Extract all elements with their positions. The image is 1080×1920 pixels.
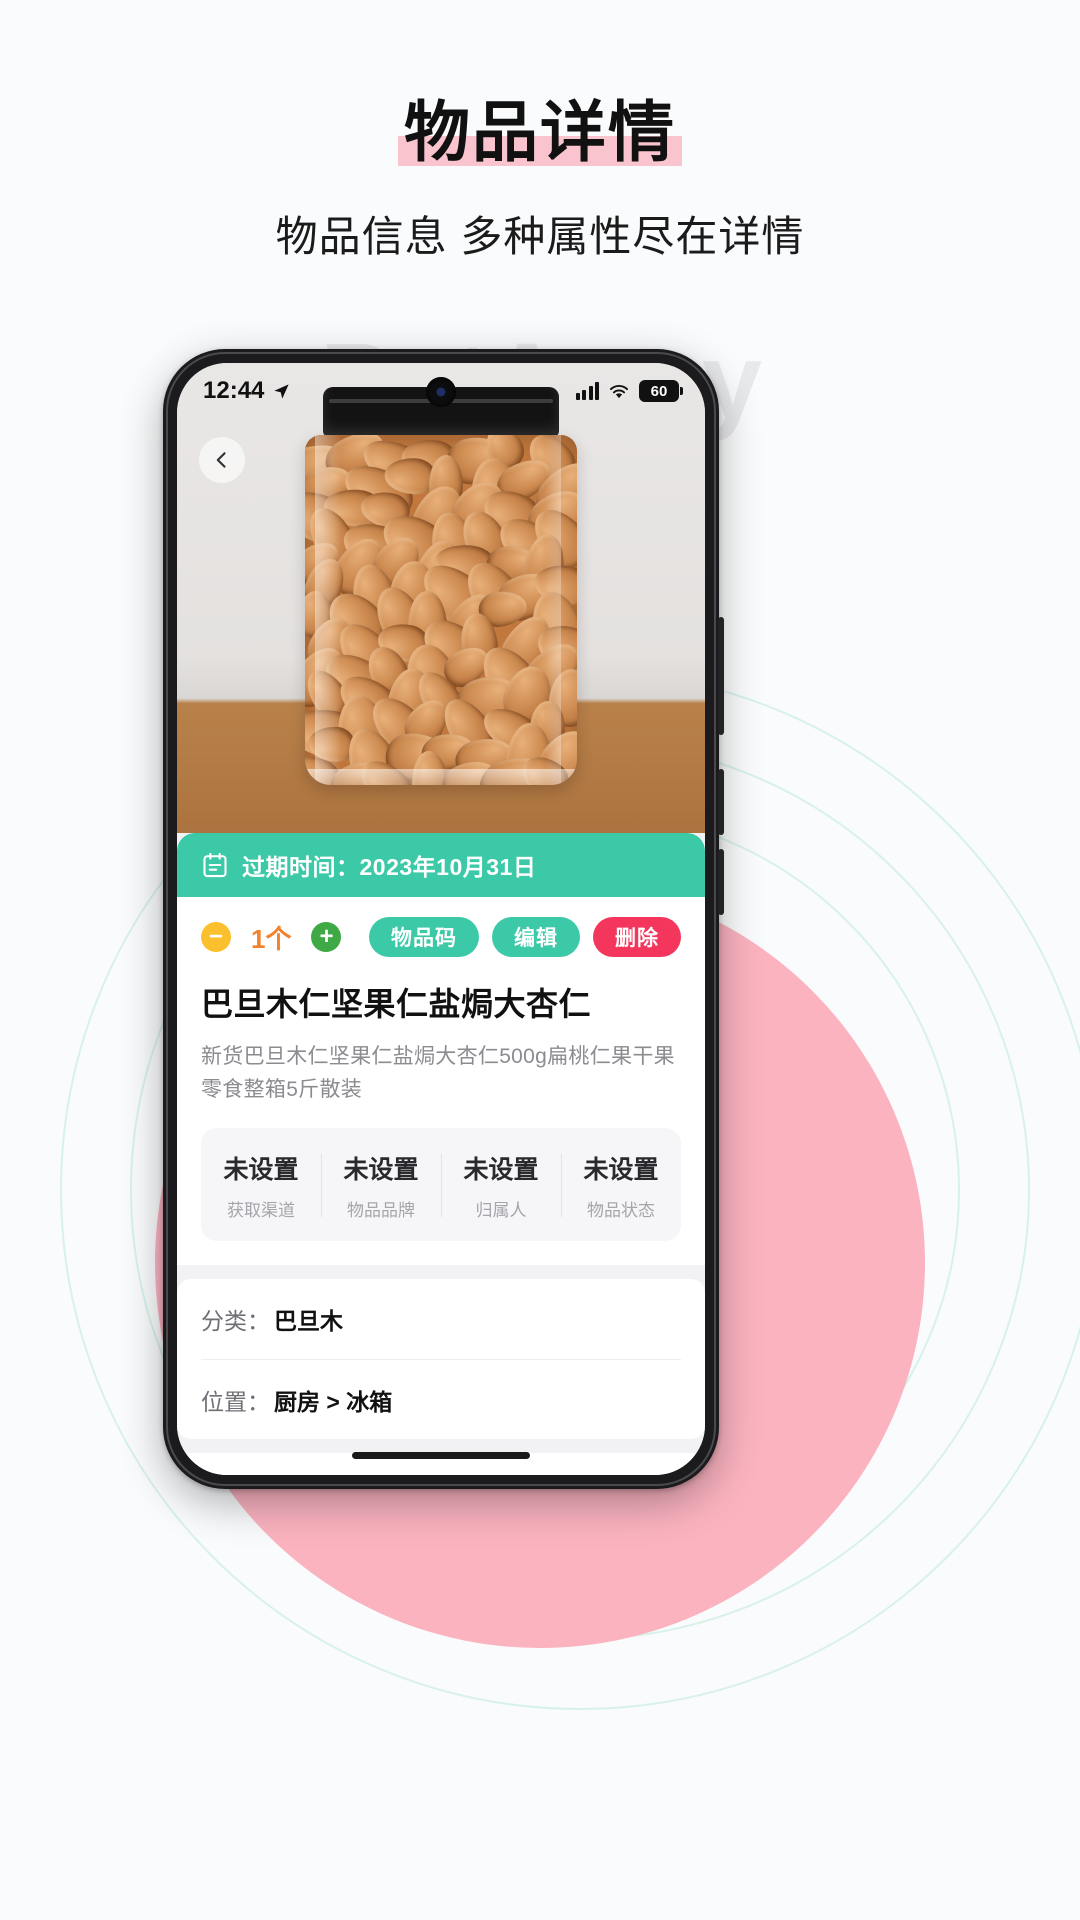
attribute-label: 物品品牌 [347, 1201, 415, 1221]
battery-indicator: 60 [639, 380, 683, 402]
attribute-cell[interactable]: 未设置 归属人 [441, 1150, 561, 1221]
almond-jar [291, 387, 591, 807]
quantity-and-actions-row: − 1个 + 物品码 编辑 删除 [201, 897, 681, 963]
item-summary-card: − 1个 + 物品码 编辑 删除 巴旦木仁坚果仁盐焗大杏仁 新货巴旦木仁坚果仁盐… [177, 897, 705, 1266]
attribute-label: 获取渠道 [227, 1201, 295, 1221]
attribute-label: 归属人 [475, 1201, 527, 1221]
jar-highlight-right [545, 435, 561, 785]
attribute-value: 未设置 [223, 1156, 299, 1185]
power-button[interactable] [718, 617, 724, 735]
edit-button[interactable]: 编辑 [492, 917, 580, 957]
volume-up-button[interactable] [718, 769, 724, 835]
home-indicator[interactable] [352, 1452, 530, 1459]
increase-quantity-button[interactable]: + [311, 922, 342, 952]
almonds [305, 435, 577, 785]
location-row[interactable]: 位置： 厨房 > 冰箱 [201, 1359, 681, 1439]
page-subtitle: 物品信息 多种属性尽在详情 [275, 213, 805, 260]
item-description: 新货巴旦木仁坚果仁盐焗大杏仁500g扁桃仁果干果零食整箱5斤散装 [201, 1045, 675, 1101]
clock: 12:44 [203, 377, 265, 404]
quantity-value: 1个 [251, 923, 292, 954]
attribute-value: 未设置 [583, 1156, 659, 1185]
attribute-cell[interactable]: 未设置 获取渠道 [201, 1150, 321, 1221]
chevron-left-icon [216, 452, 226, 468]
jar-body [305, 435, 577, 785]
attribute-label: 物品状态 [587, 1201, 655, 1221]
item-code-button[interactable]: 物品码 [369, 917, 479, 957]
phone-mockup: 12:44 60 过期时间：2023年10月31日 − 1个 + 物品码 编辑 … [163, 349, 724, 1489]
expiry-banner[interactable]: 过期时间：2023年10月31日 [177, 833, 705, 897]
status-left: 12:44 [203, 377, 291, 405]
phone-screen: 12:44 60 过期时间：2023年10月31日 − 1个 + 物品码 编辑 … [177, 363, 705, 1475]
category-label: 分类： [201, 1308, 270, 1335]
detail-content: 过期时间：2023年10月31日 − 1个 + 物品码 编辑 删除 巴旦木仁坚果… [177, 833, 705, 1475]
jar-rim [305, 769, 577, 785]
item-title: 巴旦木仁坚果仁盐焗大杏仁 [201, 986, 592, 1022]
decrease-quantity-button[interactable]: − [201, 922, 231, 952]
status-right: 60 [575, 380, 683, 402]
location-label: 位置： [201, 1388, 270, 1415]
jar-highlight-left [315, 435, 341, 785]
attribute-cell[interactable]: 未设置 物品状态 [561, 1150, 681, 1221]
attribute-cell[interactable]: 未设置 物品品牌 [321, 1150, 441, 1221]
wifi-icon [609, 384, 629, 398]
location-value: 厨房 > 冰箱 [274, 1388, 393, 1415]
calendar-icon [203, 852, 227, 878]
info-card: 分类： 巴旦木 位置： 厨房 > 冰箱 [177, 1279, 705, 1440]
page-title-text: 物品详情 [404, 95, 676, 169]
attribute-grid: 未设置 获取渠道 未设置 物品品牌 未设置 归属人 未设置 物品状态 [201, 1128, 681, 1242]
back-button[interactable] [199, 437, 245, 483]
category-row[interactable]: 分类： 巴旦木 [201, 1279, 681, 1359]
category-value: 巴旦木 [274, 1308, 343, 1335]
page-title: 物品详情 [0, 95, 1080, 169]
location-arrow-icon [274, 383, 290, 399]
delete-button[interactable]: 删除 [593, 917, 681, 957]
front-camera [426, 377, 456, 407]
expiry-text: 过期时间：2023年10月31日 [242, 854, 537, 880]
volume-down-button[interactable] [718, 849, 724, 915]
attribute-value: 未设置 [463, 1156, 539, 1185]
signal-bars-icon [575, 382, 599, 400]
promo-screenshot: PutAway 物品详情 物品信息 多种属性尽在详情 [0, 0, 1080, 1920]
action-buttons: 物品码 编辑 删除 [369, 917, 681, 957]
item-photo[interactable] [177, 363, 705, 871]
attribute-value: 未设置 [343, 1156, 419, 1185]
